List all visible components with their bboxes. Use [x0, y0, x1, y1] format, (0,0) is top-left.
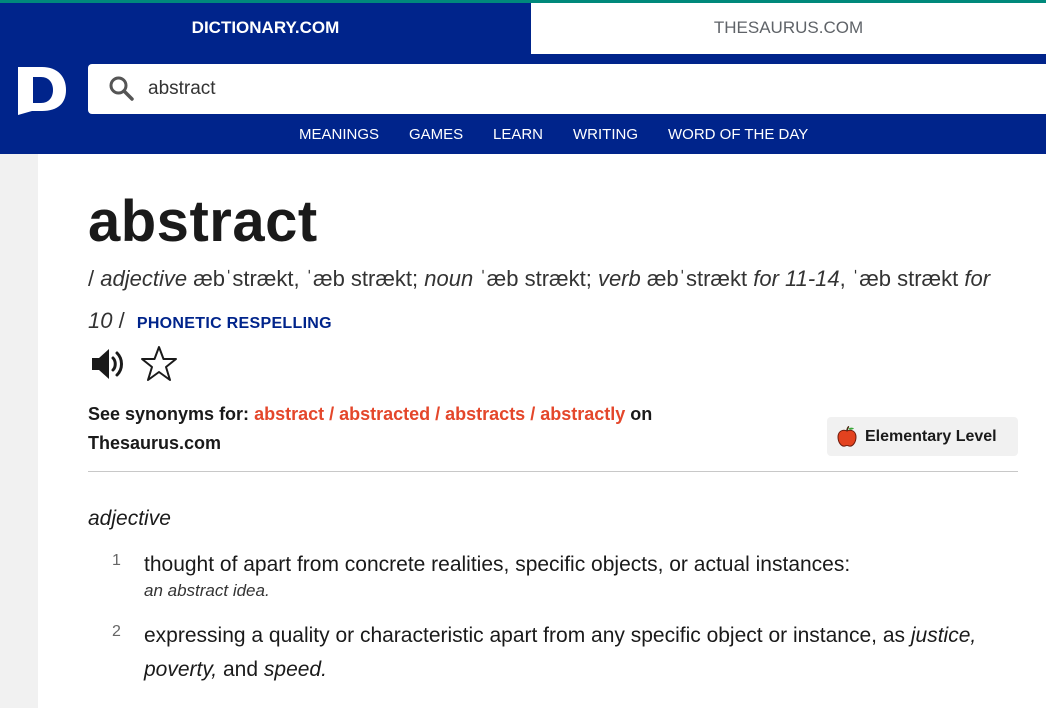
- pron-noun: ˈæb strækt;: [479, 266, 592, 291]
- star-icon[interactable]: [140, 345, 178, 383]
- site-tabs: DICTIONARY.COM THESAURUS.COM: [0, 3, 1046, 54]
- pron-pos-verb: verb: [597, 266, 641, 291]
- entry-headword: abstract: [88, 189, 318, 254]
- definition-number: 1: [112, 552, 121, 569]
- synonyms-site[interactable]: Thesaurus.com: [88, 433, 221, 453]
- nav-word-of-the-day[interactable]: WORD OF THE DAY: [668, 126, 808, 144]
- main-nav: MEANINGS GAMES LEARN WRITING WORD OF THE…: [0, 126, 1046, 150]
- pron-range-1: for 11-14: [753, 266, 840, 291]
- tab-dictionary[interactable]: DICTIONARY.COM: [0, 3, 531, 54]
- search-icon[interactable]: [108, 75, 134, 101]
- pronunciation: / adjective æbˈstrækt, ˈæb strækt; noun …: [88, 258, 1018, 345]
- nav-learn[interactable]: LEARN: [493, 126, 543, 144]
- apple-icon: [837, 426, 857, 447]
- search-input[interactable]: [148, 64, 1028, 114]
- synonyms-suffix: on: [630, 404, 653, 424]
- tab-thesaurus[interactable]: THESAURUS.COM: [531, 3, 1046, 54]
- part-of-speech-heading: adjective: [88, 507, 171, 530]
- divider: [88, 471, 1018, 472]
- definition-number: 2: [112, 623, 121, 640]
- definition-example-2: speed.: [263, 658, 327, 681]
- nav-games[interactable]: GAMES: [409, 126, 463, 144]
- dictionary-logo-icon[interactable]: [16, 63, 68, 115]
- phonetic-respelling-link[interactable]: PHONETIC RESPELLING: [137, 315, 332, 332]
- level-badge: Elementary Level: [827, 417, 1018, 456]
- site-header: MEANINGS GAMES LEARN WRITING WORD OF THE…: [0, 54, 1046, 154]
- pron-pos-noun: noun: [424, 266, 474, 291]
- pron-verb: æbˈstrækt: [646, 266, 748, 291]
- definition-example: an abstract idea.: [144, 581, 270, 600]
- definition-and: and: [223, 658, 259, 681]
- nav-meanings[interactable]: MEANINGS: [299, 126, 379, 144]
- pron-adjective: æbˈstrækt, ˈæb strækt;: [193, 266, 419, 291]
- speaker-icon[interactable]: [90, 346, 126, 382]
- definition-text: expressing a quality or characteristic a…: [144, 624, 906, 647]
- left-gutter: [0, 154, 38, 708]
- pron-pos-adjective: adjective: [100, 266, 188, 291]
- level-label: Elementary Level: [865, 428, 997, 445]
- pron-slash-open: /: [88, 266, 95, 291]
- pron-slash-close: /: [118, 308, 125, 333]
- nav-writing[interactable]: WRITING: [573, 126, 638, 144]
- pron-verb-alt: , ˈæb strækt: [839, 266, 959, 291]
- synonyms-links[interactable]: abstract / abstracted / abstracts / abst…: [254, 404, 625, 424]
- synonyms-prefix: See synonyms for:: [88, 404, 250, 424]
- definition-text: thought of apart from concrete realities…: [144, 553, 851, 576]
- synonyms-line: See synonyms for: abstract / abstracted …: [88, 400, 768, 458]
